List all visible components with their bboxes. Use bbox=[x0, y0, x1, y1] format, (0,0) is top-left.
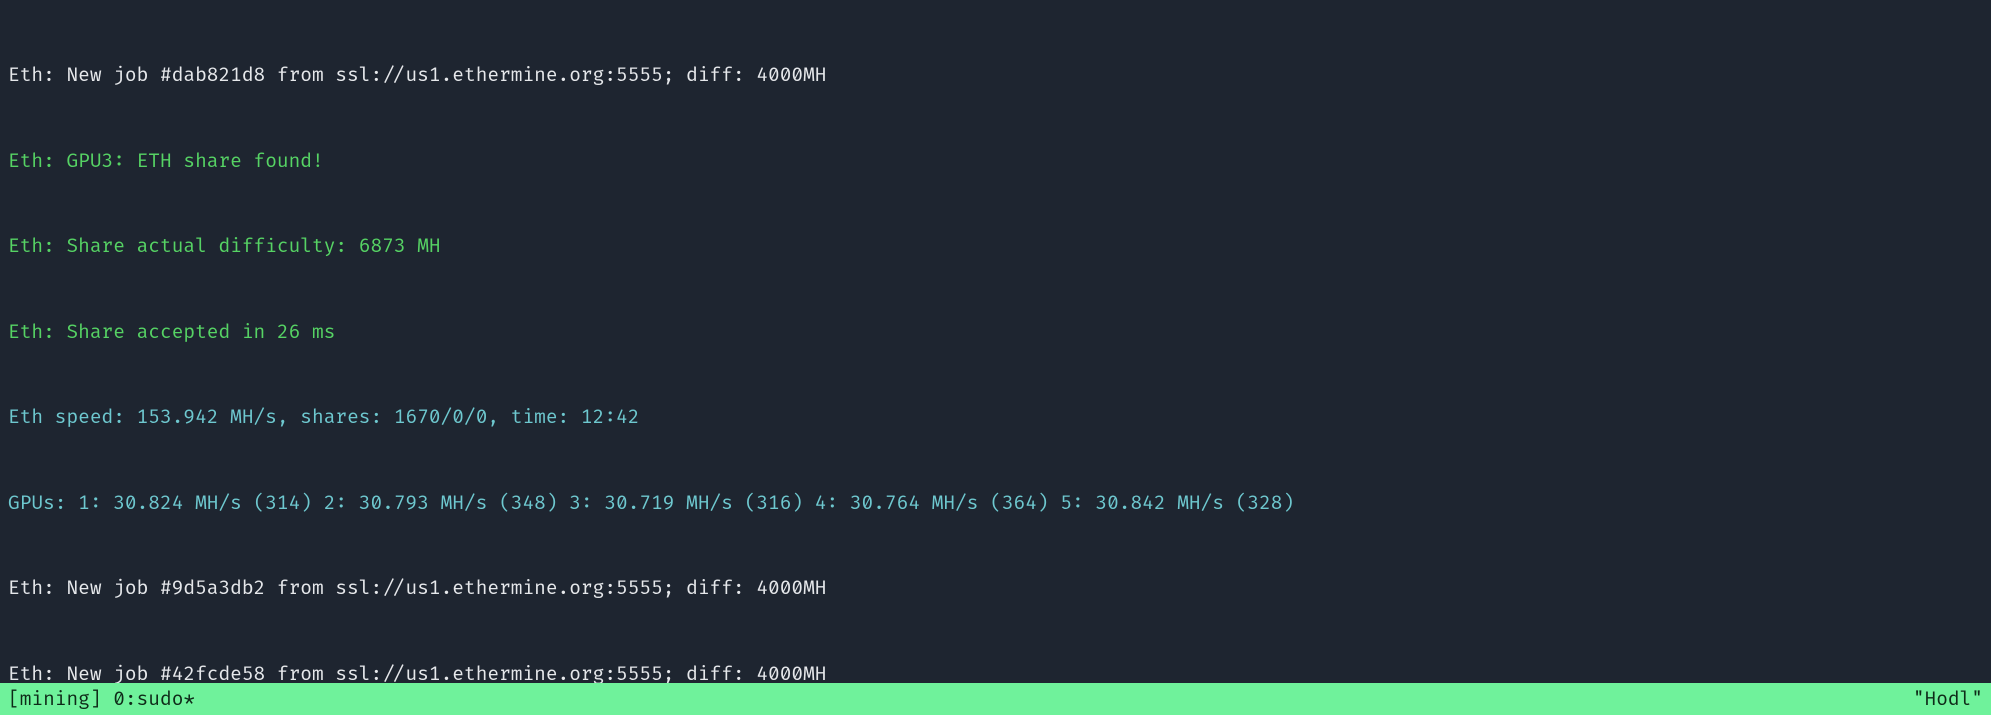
tmux-hostname: "Hodl" bbox=[1913, 685, 1983, 714]
log-line: Eth: New job #9d5a3db2 from ssl://us1.et… bbox=[8, 574, 1983, 603]
log-line: Eth: GPU3: ETH share found! bbox=[8, 147, 1983, 176]
log-line: Eth: New job #dab821d8 from ssl://us1.et… bbox=[8, 61, 1983, 90]
log-line: Eth: New job #42fcde58 from ssl://us1.et… bbox=[8, 660, 1983, 683]
log-line: Eth: Share accepted in 26 ms bbox=[8, 318, 1983, 347]
log-line: Eth speed: 153.942 MH/s, shares: 1670/0/… bbox=[8, 403, 1983, 432]
tmux-session-window[interactable]: [mining] 0:sudo* bbox=[8, 685, 195, 714]
terminal-output[interactable]: Eth: New job #dab821d8 from ssl://us1.et… bbox=[0, 0, 1991, 683]
tmux-status-bar[interactable]: [mining] 0:sudo* "Hodl" bbox=[0, 683, 1991, 715]
log-line: Eth: Share actual difficulty: 6873 MH bbox=[8, 232, 1983, 261]
log-line: GPUs: 1: 30.824 MH/s (314) 2: 30.793 MH/… bbox=[8, 489, 1983, 518]
